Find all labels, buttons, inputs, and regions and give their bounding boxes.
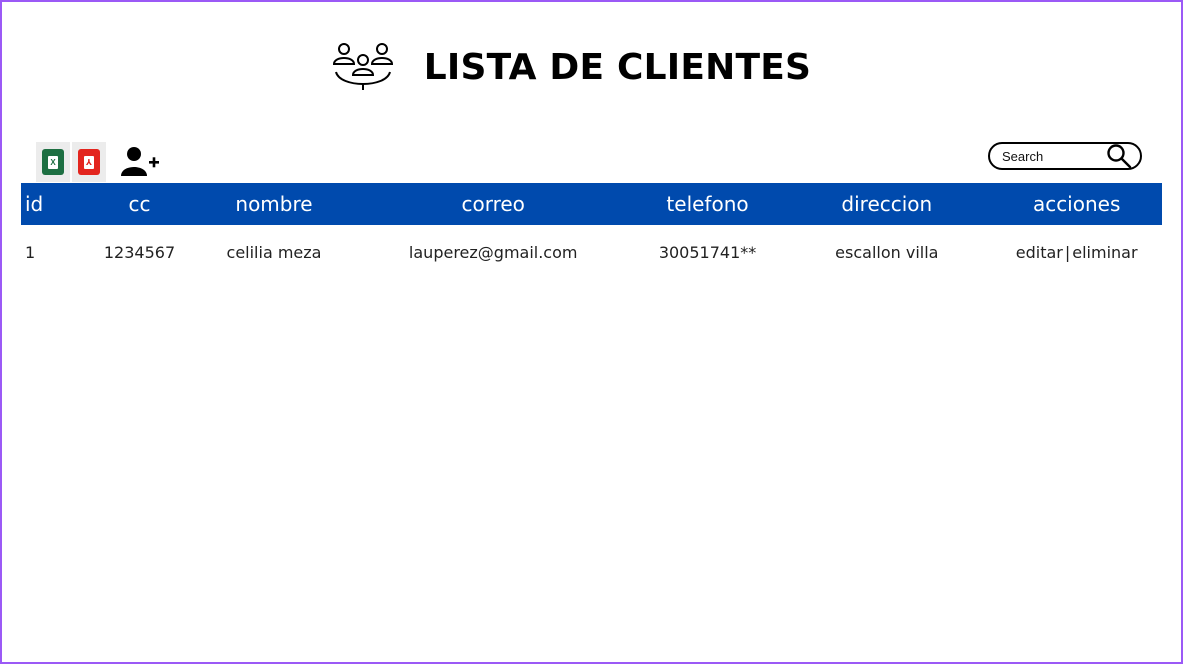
column-header-nombre: nombre	[235, 192, 313, 216]
cell-cc: 1234567	[103, 242, 176, 262]
action-separator: |	[1064, 242, 1071, 262]
table-header: id cc nombre correo telefono direccion a…	[21, 183, 1162, 225]
delete-link[interactable]: eliminar	[1072, 243, 1137, 262]
excel-file-icon: X	[42, 149, 64, 175]
pdf-file-icon: ⅄	[78, 149, 100, 175]
column-header-direccion: direccion	[841, 192, 933, 216]
page-header: LISTA DE CLIENTES	[2, 40, 1181, 94]
edit-link[interactable]: editar	[1016, 243, 1063, 262]
cell-id: 1	[25, 242, 36, 262]
cell-acciones: editar | eliminar	[991, 225, 1162, 279]
page-frame: LISTA DE CLIENTES X ⅄ id	[0, 0, 1183, 664]
search-box	[988, 142, 1142, 170]
column-header-cc: cc	[128, 192, 151, 216]
clients-table: id cc nombre correo telefono direccion a…	[21, 183, 1162, 279]
column-header-telefono: telefono	[666, 192, 749, 216]
column-header-acciones: acciones	[1032, 192, 1121, 216]
page-title: LISTA DE CLIENTES	[423, 46, 812, 88]
table-row: 1 1234567 celilia meza lauperez@gmail.co…	[21, 225, 1162, 279]
group-people-icon	[332, 43, 393, 90]
search-icon[interactable]	[1106, 143, 1132, 169]
export-excel-button[interactable]: X	[36, 142, 70, 182]
cell-correo: lauperez@gmail.com	[408, 242, 578, 262]
cell-nombre: celilia meza	[226, 242, 322, 262]
export-pdf-button[interactable]: ⅄	[72, 142, 106, 182]
add-user-icon[interactable]	[120, 144, 160, 180]
column-header-id: id	[25, 192, 44, 216]
toolbar: X ⅄	[36, 142, 160, 182]
column-header-correo: correo	[461, 192, 525, 216]
table-header-row: id cc nombre correo telefono direccion a…	[21, 183, 1162, 225]
search-input[interactable]	[1000, 147, 1104, 165]
cell-direccion: escallon villa	[835, 242, 939, 262]
cell-telefono: 30051741**	[658, 242, 757, 262]
